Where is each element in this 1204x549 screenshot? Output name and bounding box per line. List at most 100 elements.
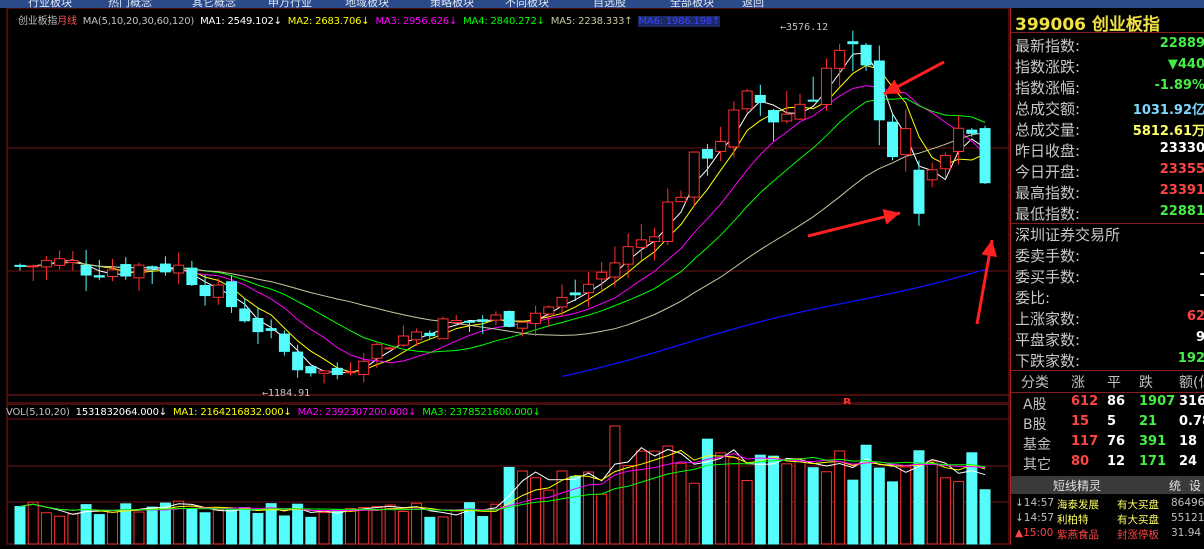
candle-body[interactable] (570, 293, 580, 295)
candle-body[interactable] (808, 100, 818, 101)
top-tab[interactable]: 全部板块 (670, 0, 714, 8)
volume-bar[interactable] (213, 510, 223, 544)
volume-bar[interactable] (980, 490, 990, 544)
candle-body[interactable] (901, 129, 911, 155)
volume-bar[interactable] (821, 472, 831, 544)
volume-bar[interactable] (623, 466, 633, 544)
candle-body[interactable] (121, 265, 131, 276)
candle-body[interactable] (279, 334, 289, 351)
volume-bar[interactable] (279, 516, 289, 544)
candle-body[interactable] (319, 371, 329, 373)
candle-body[interactable] (81, 266, 91, 276)
candle-body[interactable] (782, 114, 792, 121)
volume-bar[interactable] (597, 494, 607, 544)
candle-body[interactable] (160, 264, 170, 272)
volume-bar[interactable] (41, 513, 51, 544)
candle-body[interactable] (451, 321, 461, 323)
volume-bar[interactable] (782, 464, 792, 544)
candle-body[interactable] (41, 261, 51, 267)
candle-body[interactable] (398, 336, 408, 345)
candle-body[interactable] (94, 276, 104, 277)
candle-body[interactable] (346, 372, 356, 373)
volume-bar[interactable] (795, 458, 805, 544)
candle-body[interactable] (531, 313, 541, 323)
volume-bar[interactable] (610, 426, 620, 544)
volume-bar[interactable] (398, 511, 408, 544)
candle-body[interactable] (848, 42, 858, 44)
volume-bar[interactable] (702, 439, 712, 544)
volume-bar[interactable] (888, 482, 898, 544)
candle-body[interactable] (55, 259, 65, 266)
candle-body[interactable] (676, 197, 686, 201)
news-item[interactable]: ↓14:57海泰发展有大买盘86496 (1011, 497, 1204, 511)
candle-body[interactable] (980, 129, 990, 183)
volume-bar[interactable] (147, 507, 157, 544)
volume-bar[interactable] (306, 517, 316, 544)
tab-short-sprite[interactable]: 短线精灵 (1053, 477, 1101, 494)
volume-bar[interactable] (755, 455, 765, 544)
candle-body[interactable] (729, 110, 739, 147)
volume-bar[interactable] (451, 511, 461, 544)
volume-bar[interactable] (253, 513, 263, 544)
volume-bar[interactable] (742, 481, 752, 544)
volume-bar[interactable] (332, 510, 342, 544)
volume-bar[interactable] (901, 467, 911, 544)
candle-body[interactable] (213, 285, 223, 297)
volume-bar[interactable] (954, 482, 964, 544)
candle-body[interactable] (914, 170, 924, 213)
candle-body[interactable] (293, 352, 303, 370)
candle-body[interactable] (636, 240, 646, 248)
candle-body[interactable] (266, 329, 276, 331)
candle-body[interactable] (174, 265, 184, 273)
volume-bar[interactable] (517, 471, 527, 544)
volume-bar[interactable] (927, 461, 937, 544)
candle-body[interactable] (583, 284, 593, 292)
candle-body[interactable] (227, 282, 237, 307)
volume-bar[interactable] (940, 478, 950, 544)
tab-settings[interactable]: 设 (1189, 477, 1201, 494)
volume-svg[interactable] (0, 404, 1010, 545)
volume-bar[interactable] (385, 505, 395, 544)
kline-chart[interactable]: ←3576.12←1184.91B 创业板指月线 MA(5,10,20,30,6… (0, 8, 1010, 404)
candle-body[interactable] (187, 268, 197, 284)
volume-bar[interactable] (372, 506, 382, 544)
candle-body[interactable] (769, 111, 779, 122)
candle-body[interactable] (742, 91, 752, 109)
news-item[interactable]: ▲15:00紫燕食品封涨停板31.94 (1011, 527, 1204, 541)
candle-body[interactable] (623, 247, 633, 264)
volume-bar[interactable] (81, 505, 91, 544)
candle-body[interactable] (134, 265, 144, 278)
volume-bar[interactable] (94, 515, 104, 544)
volume-bar[interactable] (689, 483, 699, 544)
candle-body[interactable] (689, 152, 699, 197)
volume-bar[interactable] (28, 502, 38, 544)
candle-body[interactable] (385, 348, 395, 349)
volume-bar[interactable] (346, 508, 356, 544)
candle-body[interactable] (372, 344, 382, 358)
candle-body[interactable] (795, 104, 805, 119)
candle-body[interactable] (28, 266, 38, 267)
candle-body[interactable] (240, 309, 250, 321)
volume-bar[interactable] (438, 517, 448, 544)
volume-bar[interactable] (570, 476, 580, 544)
volume-bar[interactable] (531, 478, 541, 544)
candle-body[interactable] (68, 261, 78, 263)
volume-bar[interactable] (848, 480, 858, 544)
candle-body[interactable] (663, 202, 673, 241)
candle-body[interactable] (438, 319, 448, 339)
top-tab[interactable]: 地域板块 (345, 0, 389, 8)
candle-body[interactable] (332, 368, 342, 374)
volume-bar[interactable] (187, 509, 197, 544)
candle-body[interactable] (967, 130, 977, 133)
candle-body[interactable] (927, 170, 937, 180)
top-tab[interactable]: 不同板块 (505, 0, 549, 8)
candle-body[interactable] (108, 270, 118, 277)
volume-bar[interactable] (478, 517, 488, 544)
candle-body[interactable] (650, 237, 660, 242)
volume-bar[interactable] (108, 512, 118, 544)
candle-body[interactable] (478, 320, 488, 322)
candle-body[interactable] (940, 155, 950, 168)
volume-bar[interactable] (227, 510, 237, 544)
candle-body[interactable] (888, 122, 898, 156)
candle-body[interactable] (702, 150, 712, 159)
